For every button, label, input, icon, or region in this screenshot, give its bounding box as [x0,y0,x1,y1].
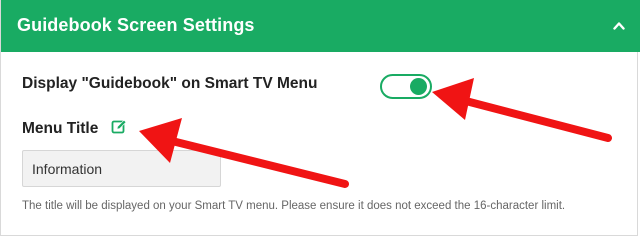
menu-title-label: Menu Title [22,120,99,137]
menu-title-input[interactable] [22,150,221,187]
toggle-knob [410,78,427,95]
menu-title-hint: The title will be displayed on your Smar… [22,200,566,212]
panel-title: Guidebook Screen Settings [17,15,255,35]
guidebook-settings-panel: Guidebook Screen Settings Display "Guide… [0,0,640,236]
edit-icon[interactable] [111,119,127,135]
panel-header[interactable]: Guidebook Screen Settings [1,0,640,52]
chevron-up-icon[interactable] [613,20,625,32]
display-guidebook-label: Display "Guidebook" on Smart TV Menu [22,75,318,92]
display-guidebook-toggle[interactable] [380,74,432,99]
